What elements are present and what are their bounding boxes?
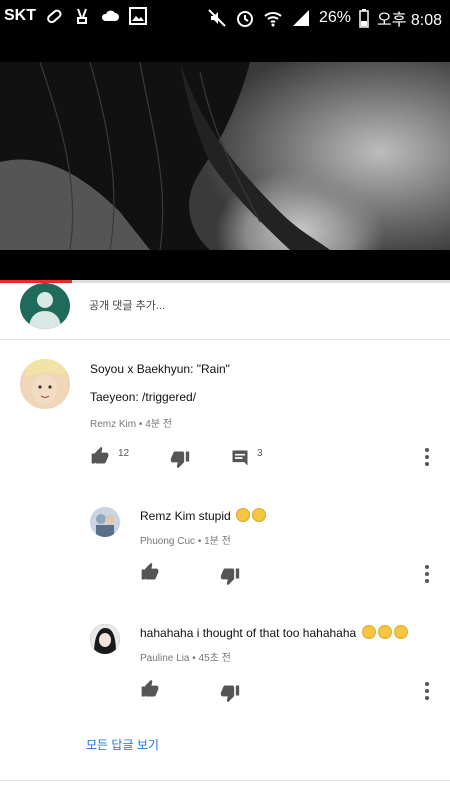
reply-meta-1: Phuong Cuc • 1분 전 bbox=[140, 532, 231, 547]
user-avatar bbox=[20, 283, 70, 329]
like-button[interactable] bbox=[89, 445, 111, 467]
avatar-photo bbox=[90, 507, 120, 537]
reply-author-2[interactable]: Pauline Lia bbox=[140, 653, 189, 664]
reply-text-2-body: hahahaha i thought of that too hahahaha bbox=[140, 626, 357, 640]
add-comment-input[interactable]: 공개 댓글 추가... bbox=[89, 297, 165, 313]
thumbs-up-icon bbox=[141, 562, 159, 580]
video-letterbox-bottom bbox=[0, 250, 450, 280]
comment-text-line2: Taeyeon: /triggered/ bbox=[90, 390, 197, 404]
emoji-icon bbox=[236, 508, 251, 522]
reply-avatar-2[interactable] bbox=[90, 624, 120, 654]
cloud-icon bbox=[101, 10, 119, 21]
pill-icon bbox=[47, 9, 62, 24]
emoji-icon bbox=[377, 625, 392, 639]
comment-meta: Remz Kim • 4분 전 bbox=[90, 415, 172, 430]
emoji-icon bbox=[393, 625, 408, 639]
reply-time-2: 45초 전 bbox=[198, 653, 231, 664]
view-all-replies-link[interactable]: 모든 답글 보기 bbox=[86, 736, 159, 753]
status-left: SKT bbox=[4, 6, 148, 26]
battery-icon bbox=[359, 9, 369, 28]
reply-count: 3 bbox=[257, 448, 263, 459]
more-vert-icon[interactable] bbox=[422, 681, 432, 701]
reply-like-button-2[interactable] bbox=[139, 678, 161, 700]
emoji-group-1 bbox=[234, 508, 267, 523]
reply-text-2: hahahaha i thought of that too hahahaha bbox=[140, 625, 408, 640]
reply-time-1: 1분 전 bbox=[204, 536, 231, 547]
more-vert-icon[interactable] bbox=[422, 447, 432, 467]
reply-dislike-button-2[interactable] bbox=[219, 682, 241, 704]
avatar-photo bbox=[20, 359, 70, 409]
thumbs-down-icon bbox=[220, 568, 240, 586]
reply-meta-2: Pauline Lia • 45초 전 bbox=[140, 649, 231, 664]
like-count: 12 bbox=[118, 448, 130, 459]
reply-text-1-body: Remz Kim stupid bbox=[140, 509, 231, 523]
thumbs-up-icon bbox=[91, 446, 109, 464]
thumbs-down-icon bbox=[170, 451, 190, 469]
status-bar: SKT 26% 오후 8:08 bbox=[0, 0, 450, 32]
comment-author[interactable]: Remz Kim bbox=[90, 419, 136, 430]
default-person-icon bbox=[29, 292, 61, 329]
carrier-label: SKT bbox=[4, 7, 36, 24]
divider bbox=[0, 780, 450, 781]
video-frame-image bbox=[0, 62, 330, 250]
thumbs-down-icon bbox=[220, 685, 240, 703]
commenter-avatar[interactable] bbox=[20, 359, 70, 409]
reply-like-button-1[interactable] bbox=[139, 561, 161, 583]
more-vert-icon[interactable] bbox=[422, 564, 432, 584]
comment-text-line1: Soyou x Baekhyun: "Rain" bbox=[90, 362, 230, 376]
emoji-icon bbox=[361, 625, 376, 639]
reply-text-1: Remz Kim stupid bbox=[140, 508, 267, 523]
reply-avatar-1[interactable] bbox=[90, 507, 120, 537]
emoji-icon bbox=[252, 508, 267, 522]
alarm-icon bbox=[236, 11, 253, 27]
avatar-photo bbox=[90, 624, 120, 654]
wifi-icon bbox=[264, 12, 282, 27]
clock: 오후 8:08 bbox=[376, 12, 442, 29]
reply-dislike-button-1[interactable] bbox=[219, 565, 241, 587]
comment-icon bbox=[232, 450, 248, 466]
battery-percent: 26% bbox=[318, 9, 351, 26]
image-icon bbox=[129, 7, 147, 25]
status-right: 26% 오후 8:08 bbox=[207, 6, 442, 30]
victory-hand-icon bbox=[77, 8, 87, 24]
emoji-group-2 bbox=[360, 625, 408, 640]
signal-icon bbox=[292, 10, 309, 26]
add-comment-row[interactable]: 공개 댓글 추가... bbox=[0, 283, 450, 340]
mute-icon bbox=[208, 9, 226, 27]
reply-button[interactable] bbox=[229, 447, 251, 469]
video-letterbox-top bbox=[0, 32, 450, 62]
thumbs-up-icon bbox=[141, 679, 159, 697]
dislike-button[interactable] bbox=[169, 448, 191, 470]
comment-time: 4분 전 bbox=[145, 419, 172, 430]
video-player[interactable] bbox=[0, 62, 450, 250]
reply-author-1[interactable]: Phuong Cuc bbox=[140, 536, 195, 547]
